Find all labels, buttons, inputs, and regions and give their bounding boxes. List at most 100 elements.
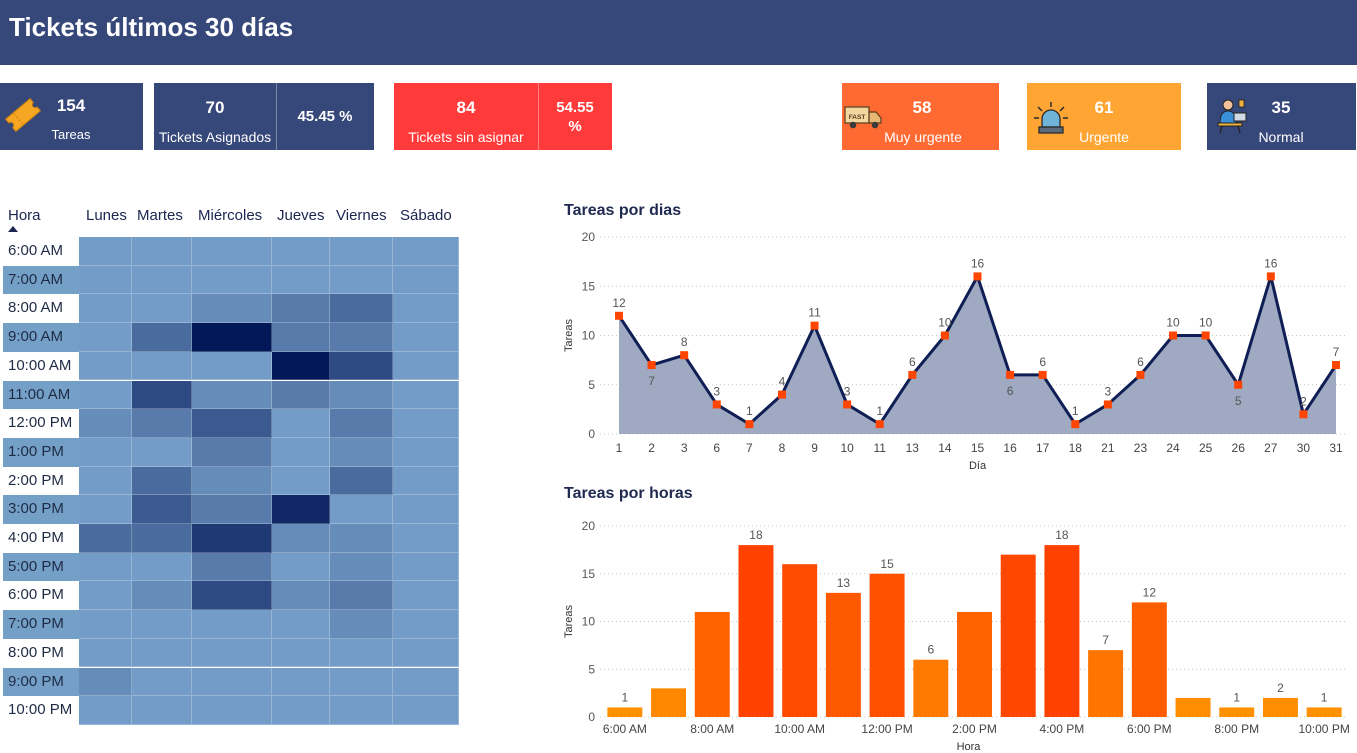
heatmap-cell[interactable] [330, 237, 393, 266]
heatmap-cell[interactable] [272, 524, 330, 553]
heatmap-cell[interactable] [272, 351, 330, 381]
card-urgente[interactable]: 61 Urgente [1027, 83, 1181, 150]
heatmap-cell[interactable] [79, 294, 132, 324]
heatmap-cell[interactable] [330, 265, 393, 295]
heatmap-cell[interactable] [393, 667, 459, 697]
heatmap-cell[interactable] [192, 380, 272, 410]
heatmap-cell[interactable] [79, 265, 132, 295]
heatmap-cell[interactable] [79, 437, 132, 467]
heatmap-cell[interactable] [79, 466, 132, 496]
heatmap-cell[interactable] [330, 524, 393, 553]
heatmap-cell[interactable] [79, 610, 132, 639]
heatmap-cell[interactable] [272, 323, 330, 352]
heatmap-cell[interactable] [79, 696, 132, 725]
heatmap-cell[interactable] [330, 351, 393, 381]
heatmap-cell[interactable] [330, 380, 393, 410]
heatmap-cell[interactable] [192, 552, 272, 582]
heatmap-cell[interactable] [272, 495, 330, 524]
heatmap-cell[interactable] [192, 351, 272, 381]
card-tickets-asignados[interactable]: 70 Tickets Asignados 45.45 % [154, 83, 374, 150]
heatmap-cell[interactable] [192, 524, 272, 553]
heatmap-cell[interactable] [330, 437, 393, 467]
heatmap-cell[interactable] [272, 409, 330, 438]
heatmap-cell[interactable] [192, 237, 272, 266]
heatmap-cell[interactable] [132, 524, 192, 553]
heatmap-cell[interactable] [79, 323, 132, 352]
heatmap-cell[interactable] [132, 581, 192, 611]
heatmap-cell[interactable] [272, 581, 330, 611]
heatmap-cell[interactable] [330, 409, 393, 438]
heatmap-cell[interactable] [192, 323, 272, 352]
heatmap-cell[interactable] [330, 667, 393, 697]
heatmap-cell[interactable] [272, 237, 330, 266]
heatmap-cell[interactable] [272, 265, 330, 295]
heatmap-cell[interactable] [393, 323, 459, 352]
heatmap-cell[interactable] [330, 581, 393, 611]
heatmap-cell[interactable] [330, 466, 393, 496]
heatmap-cell[interactable] [393, 638, 459, 668]
heatmap-cell[interactable] [330, 495, 393, 524]
heatmap-cell[interactable] [330, 696, 393, 725]
heatmap-cell[interactable] [132, 380, 192, 410]
card-tickets-sin-asignar[interactable]: 84 Tickets sin asignar 54.55 % [394, 83, 612, 150]
heatmap-cell[interactable] [393, 581, 459, 611]
heatmap-cell[interactable] [393, 294, 459, 324]
heatmap-cell[interactable] [132, 552, 192, 582]
heatmap-cell[interactable] [330, 294, 393, 324]
heatmap-cell[interactable] [132, 323, 192, 352]
heatmap-cell[interactable] [393, 437, 459, 467]
heatmap-cell[interactable] [79, 638, 132, 668]
heatmap-cell[interactable] [79, 495, 132, 524]
card-tareas[interactable]: 154 Tareas [0, 83, 143, 150]
heatmap-cell[interactable] [132, 351, 192, 381]
heatmap-cell[interactable] [272, 380, 330, 410]
heatmap-cell[interactable] [393, 552, 459, 582]
heatmap-cell[interactable] [393, 610, 459, 639]
heatmap-cell[interactable] [393, 696, 459, 725]
heatmap-cell[interactable] [272, 294, 330, 324]
heatmap-cell[interactable] [272, 552, 330, 582]
heatmap-cell[interactable] [192, 638, 272, 668]
heatmap-cell[interactable] [393, 265, 459, 295]
heatmap-cell[interactable] [79, 237, 132, 266]
heatmap-cell[interactable] [79, 409, 132, 438]
heatmap-cell[interactable] [330, 610, 393, 639]
heatmap-cell[interactable] [132, 409, 192, 438]
heatmap-cell[interactable] [192, 265, 272, 295]
heatmap-cell[interactable] [132, 237, 192, 266]
heatmap-cell[interactable] [393, 466, 459, 496]
heatmap-cell[interactable] [192, 294, 272, 324]
heatmap-cell[interactable] [192, 581, 272, 611]
heatmap-cell[interactable] [79, 351, 132, 381]
heatmap-cell[interactable] [79, 581, 132, 611]
card-muy-urgente[interactable]: FAST 58 Muy urgente [842, 83, 999, 150]
heatmap-cell[interactable] [132, 696, 192, 725]
heatmap-cell[interactable] [132, 294, 192, 324]
heatmap-cell[interactable] [272, 610, 330, 639]
heatmap-cell[interactable] [330, 552, 393, 582]
heatmap-cell[interactable] [272, 466, 330, 496]
heatmap-cell[interactable] [132, 437, 192, 467]
heatmap-cell[interactable] [393, 237, 459, 266]
heatmap-cell[interactable] [192, 696, 272, 725]
heatmap-corner-hora[interactable]: Hora [8, 207, 41, 224]
heatmap-cell[interactable] [192, 466, 272, 496]
heatmap-cell[interactable] [132, 667, 192, 697]
heatmap-cell[interactable] [132, 610, 192, 639]
heatmap-cell[interactable] [272, 437, 330, 467]
heatmap-cell[interactable] [393, 351, 459, 381]
heatmap-cell[interactable] [79, 552, 132, 582]
heatmap-cell[interactable] [393, 380, 459, 410]
heatmap-cell[interactable] [192, 495, 272, 524]
heatmap-cell[interactable] [192, 409, 272, 438]
heatmap-cell[interactable] [272, 638, 330, 668]
heatmap-cell[interactable] [132, 638, 192, 668]
heatmap-cell[interactable] [330, 323, 393, 352]
heatmap-cell[interactable] [393, 409, 459, 438]
card-normal[interactable]: 35 Normal [1207, 83, 1356, 150]
heatmap-cell[interactable] [192, 437, 272, 467]
heatmap-cell[interactable] [272, 696, 330, 725]
heatmap-cell[interactable] [132, 466, 192, 496]
heatmap-cell[interactable] [79, 667, 132, 697]
heatmap-cell[interactable] [132, 495, 192, 524]
